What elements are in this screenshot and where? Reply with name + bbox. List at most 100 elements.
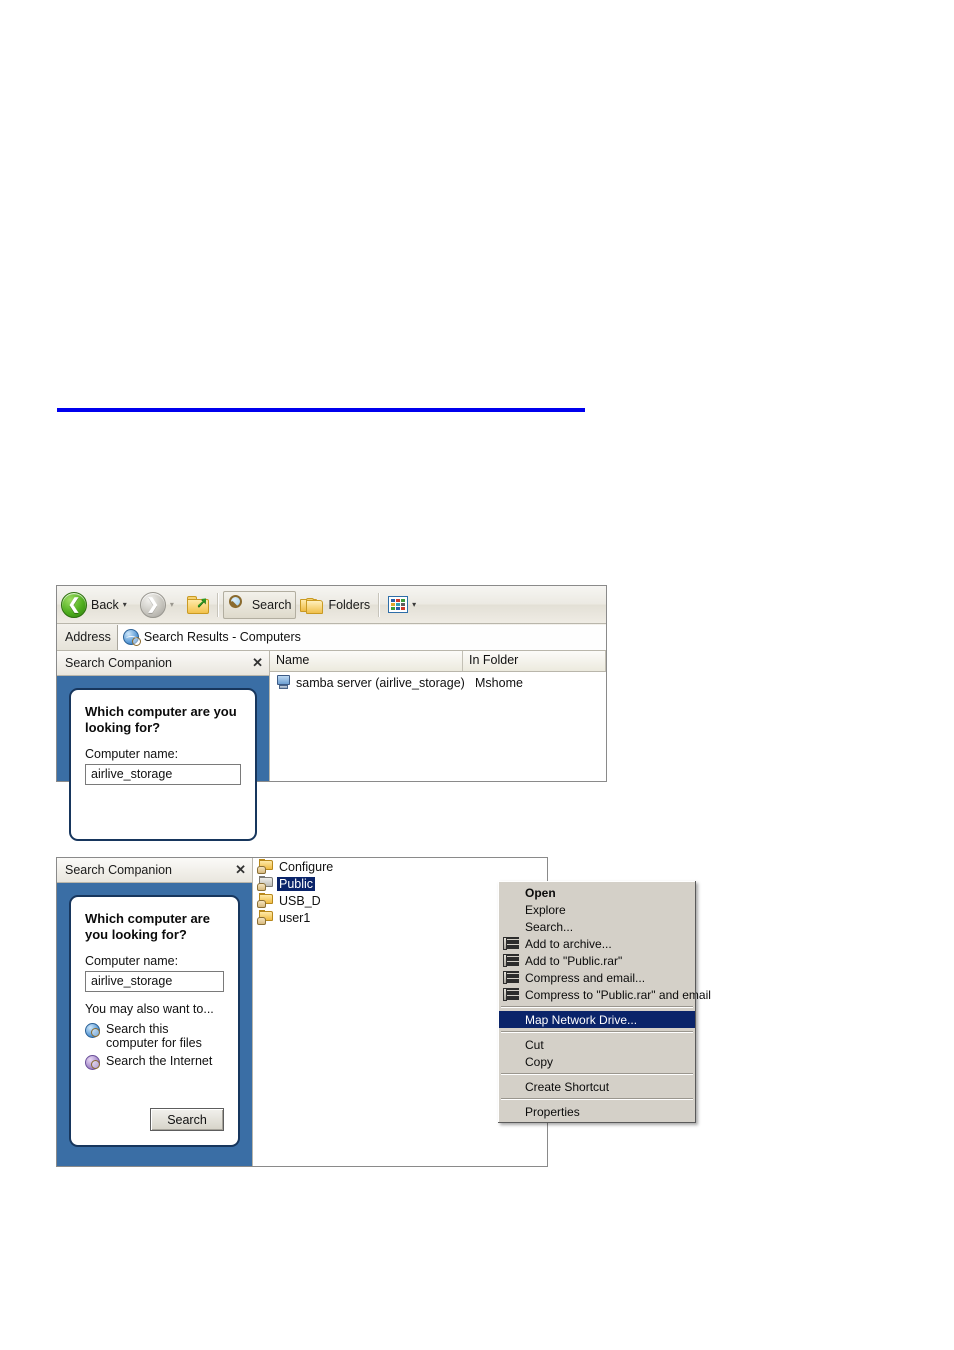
computer-icon xyxy=(276,675,292,690)
explorer-window: ❮ Back ▾ ❯ ▾ ➚ Search Folders ▾ Address … xyxy=(56,585,607,841)
address-value: Search Results - Computers xyxy=(143,630,301,644)
link-search-this-computer[interactable]: Search this computer for files xyxy=(85,1022,224,1051)
figure-search-results-window: ❮ Back ▾ ❯ ▾ ➚ Search Folders ▾ Address … xyxy=(56,585,607,841)
search-companion-question-2: Which computer are you looking for? xyxy=(85,911,210,943)
search-companion-title: Search Companion xyxy=(65,656,173,670)
menu-item[interactable]: Properties xyxy=(499,1103,695,1120)
context-menu-items: Open Explore Search... Add to archive... Add… xyxy=(499,884,711,1120)
computer-name-input-2[interactable]: airlive_storage xyxy=(85,970,224,992)
search-companion-header: Search Companion ✕ xyxy=(57,651,269,676)
forward-button[interactable]: ❯ ▾ xyxy=(136,591,183,619)
views-icon xyxy=(388,596,409,613)
also-want-to-label: You may also want to... xyxy=(85,1001,214,1016)
list-item-label: Public xyxy=(277,876,316,891)
magnifier-icon xyxy=(228,594,248,615)
share-folder-icon xyxy=(257,910,274,925)
menu-item-label: Add to archive... xyxy=(525,936,612,951)
close-icon[interactable]: ✕ xyxy=(252,655,263,671)
search-companion-background: Which computer are you looking for? Comp… xyxy=(57,676,269,841)
folders-icon xyxy=(300,595,324,614)
close-icon[interactable]: ✕ xyxy=(235,862,246,878)
up-one-level-button[interactable]: ➚ xyxy=(183,591,213,619)
explorer-body: Search Companion ✕ Which computer are yo… xyxy=(57,651,606,841)
menu-item-label: Cut xyxy=(525,1037,544,1052)
winrar-icon xyxy=(503,937,520,950)
computer-name-label: Computer name: xyxy=(85,746,179,761)
search-button[interactable]: Search xyxy=(222,590,297,619)
search-computer-icon xyxy=(85,1022,101,1039)
forward-dropdown-caret-icon[interactable]: ▾ xyxy=(170,600,174,609)
share-folder-icon xyxy=(257,859,274,874)
menu-item-label: Open xyxy=(525,885,556,900)
search-results-globe-icon xyxy=(122,629,141,646)
search-companion-card-2: Which computer are you looking for? Comp… xyxy=(69,895,240,1147)
page-root: ❮ Back ▾ ❯ ▾ ➚ Search Folders ▾ Address … xyxy=(0,0,954,1350)
search-companion-question: Which computer are you looking for? xyxy=(85,704,237,736)
menu-item[interactable]: Cut xyxy=(499,1036,695,1053)
link-search-the-internet-label: Search the Internet xyxy=(106,1054,213,1069)
shares-list-pane: Configure Public USB_D user1 Open Explore Sea… xyxy=(253,858,711,1166)
views-button[interactable]: ▾ xyxy=(384,591,425,619)
blue-horizontal-rule xyxy=(57,408,585,412)
share-folder-grey-icon xyxy=(257,876,274,891)
menu-separator xyxy=(501,1031,693,1033)
menu-item-label: Add to "Public.rar" xyxy=(525,953,623,968)
table-row[interactable]: samba server (airlive_storage) Mshome xyxy=(270,672,606,693)
address-bar: Address Search Results - Computers xyxy=(57,624,606,651)
folders-button[interactable]: Folders xyxy=(296,591,374,619)
back-button[interactable]: ❮ Back ▾ xyxy=(57,591,136,619)
menu-item[interactable]: Compress and email... xyxy=(499,969,695,986)
list-item-label: user1 xyxy=(279,910,311,925)
column-header-in-folder[interactable]: In Folder xyxy=(463,651,606,671)
back-dropdown-caret-icon[interactable]: ▾ xyxy=(123,600,127,609)
winrar-icon xyxy=(503,971,520,984)
menu-item[interactable]: Explore xyxy=(499,901,695,918)
menu-separator xyxy=(501,1098,693,1100)
menu-item[interactable]: Search... xyxy=(499,918,695,935)
results-header: Name In Folder xyxy=(270,651,606,672)
explorer-toolbar: ❮ Back ▾ ❯ ▾ ➚ Search Folders ▾ xyxy=(57,586,606,624)
toolbar-separator xyxy=(216,592,219,617)
search-button-row: Search xyxy=(85,1108,224,1131)
address-label: Address xyxy=(65,630,111,644)
menu-item[interactable]: Add to archive... xyxy=(499,935,695,952)
menu-item[interactable]: Create Shortcut xyxy=(499,1078,695,1095)
menu-item-label: Copy xyxy=(525,1054,554,1069)
menu-separator xyxy=(501,1006,693,1008)
back-button-label: Back xyxy=(91,597,119,612)
back-arrow-icon: ❮ xyxy=(61,591,87,618)
menu-separator xyxy=(501,1073,693,1075)
result-name-text: samba server (airlive_storage) xyxy=(296,675,465,690)
search-companion-pane-2: Search Companion ✕ Which computer are yo… xyxy=(57,858,253,1166)
menu-item[interactable]: Add to "Public.rar" xyxy=(499,952,695,969)
views-dropdown-caret-icon[interactable]: ▾ xyxy=(412,600,416,609)
search-companion-background-2: Which computer are you looking for? Comp… xyxy=(57,883,252,1166)
link-search-this-computer-label: Search this computer for files xyxy=(106,1021,202,1050)
list-item-label: USB_D xyxy=(279,893,321,908)
menu-item[interactable]: Map Network Drive... xyxy=(499,1011,695,1028)
menu-item[interactable]: Open xyxy=(499,884,695,901)
figure-context-menu-window: Search Companion ✕ Which computer are yo… xyxy=(56,857,711,1167)
menu-item[interactable]: Copy xyxy=(499,1053,695,1070)
list-item-label: Configure xyxy=(279,859,334,874)
menu-item-label: Search... xyxy=(525,919,574,934)
toolbar-separator-2 xyxy=(378,592,381,617)
search-button-2[interactable]: Search xyxy=(150,1108,224,1131)
results-pane: Name In Folder samba server (airlive_sto… xyxy=(270,651,606,781)
menu-item-label: Map Network Drive... xyxy=(525,1012,638,1027)
search-companion-card: Which computer are you looking for? Comp… xyxy=(69,688,257,841)
column-header-name[interactable]: Name xyxy=(270,651,463,671)
computer-name-label-2: Computer name: xyxy=(85,953,179,968)
computer-name-input[interactable]: airlive_storage xyxy=(85,763,241,785)
link-search-the-internet[interactable]: Search the Internet xyxy=(85,1054,224,1071)
menu-item[interactable]: Compress to "Public.rar" and email xyxy=(499,986,711,1003)
context-menu: Open Explore Search... Add to archive... Add… xyxy=(498,881,711,1123)
search-companion-header-2: Search Companion ✕ xyxy=(57,858,252,883)
search-internet-icon xyxy=(85,1055,101,1071)
search-companion-title-2: Search Companion xyxy=(65,863,173,877)
menu-item-label: Compress to "Public.rar" and email xyxy=(525,987,711,1002)
winrar-icon xyxy=(503,988,520,1001)
address-input[interactable]: Search Results - Computers xyxy=(116,624,606,650)
list-item[interactable]: Configure xyxy=(253,858,547,875)
menu-item-label: Compress and email... xyxy=(525,970,646,985)
